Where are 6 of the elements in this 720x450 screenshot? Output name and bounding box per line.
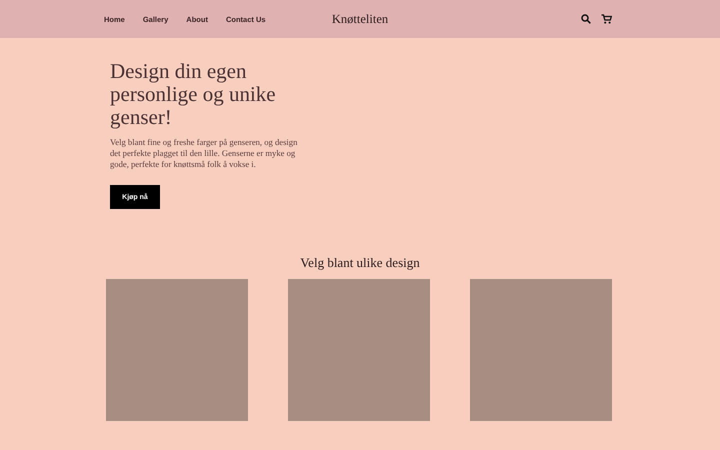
search-icon[interactable] — [581, 14, 591, 24]
hero-text: Velg blant fine og freshe farger på genseren, og design det perfekte plagget til den lille. Genserne er myke og gode, perfekte for knøttsmå folk å vokse i. — [110, 137, 298, 170]
section-heading: Velg blant ulike design — [299, 255, 421, 271]
hero-heading: Design din egen personlige og unike genser! — [110, 60, 277, 129]
brand-logo[interactable]: Knøtteliten — [332, 12, 388, 26]
cart-icon[interactable] — [601, 14, 612, 24]
